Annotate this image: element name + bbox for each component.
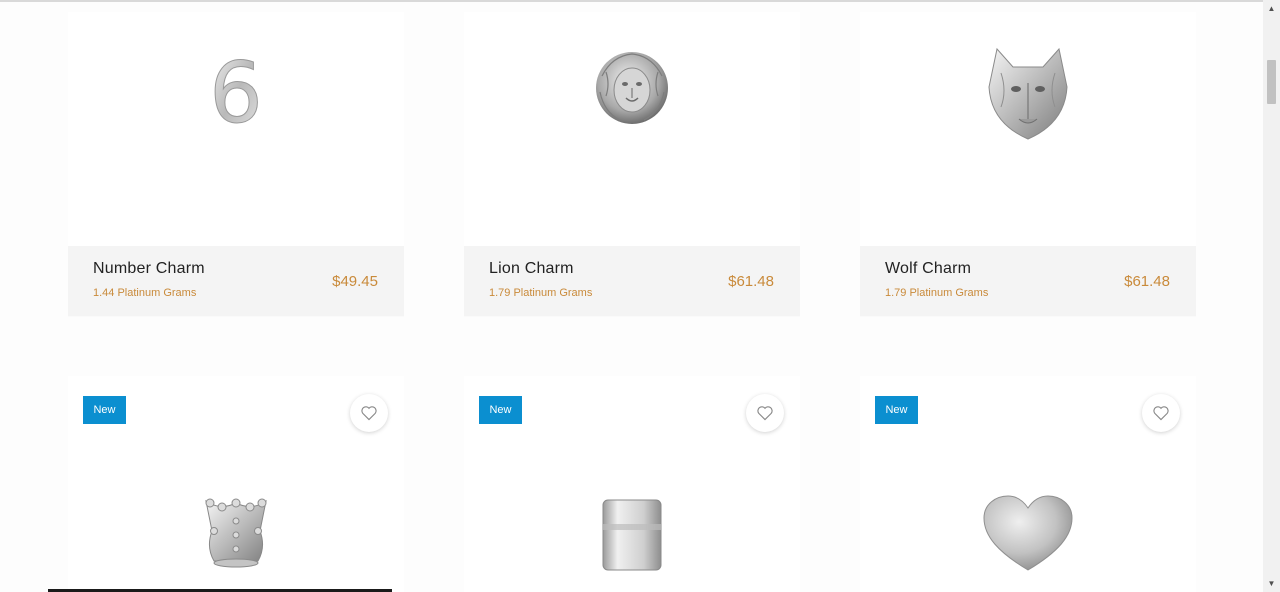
product-image[interactable] <box>860 12 1196 246</box>
product-info-bar: Wolf Charm 1.79 Platinum Grams $61.48 <box>860 246 1196 316</box>
wishlist-button[interactable] <box>746 394 784 432</box>
new-badge: New <box>875 396 918 424</box>
product-weight: 1.79 Platinum Grams <box>885 287 989 299</box>
scroll-down-arrow-icon[interactable]: ▼ <box>1263 575 1280 592</box>
top-divider <box>0 0 1263 2</box>
product-image[interactable] <box>464 12 800 246</box>
product-image[interactable]: 6 <box>68 12 404 246</box>
product-price: $49.45 <box>332 273 378 290</box>
product-card-heart[interactable]: New <box>860 376 1196 592</box>
lion-head-charm-icon <box>596 52 668 124</box>
product-card-square[interactable]: New <box>464 376 800 592</box>
product-weight: 1.44 Platinum Grams <box>93 287 197 299</box>
product-info-bar: Number Charm 1.44 Platinum Grams $49.45 <box>68 246 404 316</box>
number-six-charm-icon: 6 <box>209 50 263 130</box>
new-badge: New <box>479 396 522 424</box>
scrollbar-thumb[interactable] <box>1267 60 1276 104</box>
svg-text:6: 6 <box>209 50 262 130</box>
product-weight: 1.79 Platinum Grams <box>489 287 593 299</box>
product-name[interactable]: Lion Charm <box>489 260 574 278</box>
vertical-scrollbar[interactable]: ▲ ▼ <box>1263 0 1280 592</box>
new-badge: New <box>83 396 126 424</box>
heart-outline-icon <box>757 406 773 421</box>
wishlist-button[interactable] <box>1142 394 1180 432</box>
product-card-number[interactable]: 6 Number Charm 1.44 Platinum Grams $49.4… <box>68 12 404 317</box>
product-card-lion[interactable]: Lion Charm 1.79 Platinum Grams $61.48 <box>464 12 800 317</box>
product-card-crown[interactable]: New <box>68 376 404 592</box>
heart-outline-icon <box>1153 406 1169 421</box>
product-name[interactable]: Number Charm <box>93 260 205 278</box>
heart-outline-icon <box>361 406 377 421</box>
scroll-up-arrow-icon[interactable]: ▲ <box>1263 0 1280 17</box>
square-bead-charm-icon <box>602 499 662 571</box>
product-card-wolf[interactable]: Wolf Charm 1.79 Platinum Grams $61.48 <box>860 12 1196 317</box>
product-info-bar: Lion Charm 1.79 Platinum Grams $61.48 <box>464 246 800 316</box>
product-name[interactable]: Wolf Charm <box>885 260 971 278</box>
product-price: $61.48 <box>728 273 774 290</box>
product-price: $61.48 <box>1124 273 1170 290</box>
crown-charm-icon <box>205 498 267 568</box>
wolf-head-charm-icon <box>988 47 1068 140</box>
heart-charm-icon <box>983 495 1073 571</box>
wishlist-button[interactable] <box>350 394 388 432</box>
product-listing-page: 6 Number Charm 1.44 Platinum Grams $49.4… <box>0 0 1280 592</box>
